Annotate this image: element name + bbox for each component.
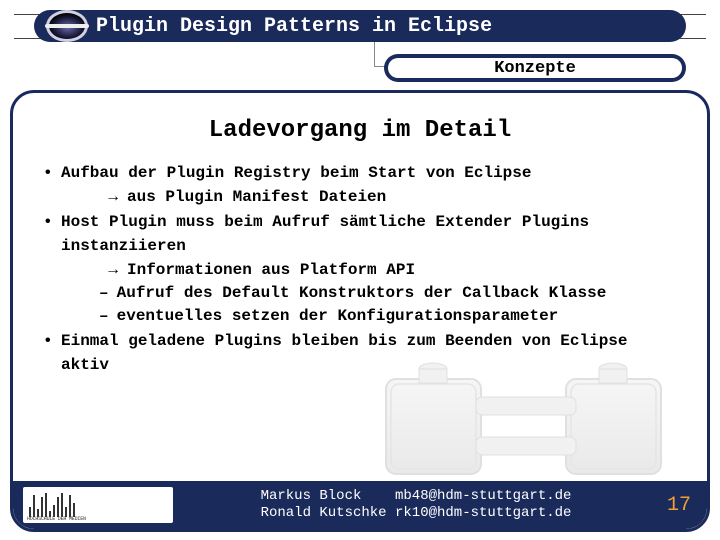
- section-chip-label: Konzepte: [494, 59, 576, 78]
- bullet-sub-dash: eventuelles setzen der Konfigurationspar…: [75, 305, 681, 328]
- slide-title-text: Plugin Design Patterns in Eclipse: [96, 15, 492, 38]
- author-row: Ronald Kutschke rk10@hdm-stuttgart.de: [261, 505, 572, 523]
- page-number: 17: [651, 481, 707, 529]
- bullet-sub-arrow: Informationen aus Platform API: [79, 258, 681, 282]
- institution-caption: HOCHSCHULE DER MEDIEN: [27, 516, 86, 522]
- institution-logo: HOCHSCHULE DER MEDIEN: [23, 487, 173, 523]
- bullet-text: Einmal geladene Plugins bleiben bis zum …: [61, 332, 628, 373]
- bullet-sub-arrow: aus Plugin Manifest Dateien: [79, 185, 681, 209]
- bullet-text: Aufbau der Plugin Registry beim Start vo…: [61, 164, 531, 182]
- content-frame: Ladevorgang im Detail Aufbau der Plugin …: [10, 90, 710, 532]
- bullet-item: Host Plugin muss beim Aufruf sämtliche E…: [39, 211, 681, 328]
- bullet-list: Aufbau der Plugin Registry beim Start vo…: [13, 162, 707, 377]
- footer-authors: Markus Block mb48@hdm-stuttgart.de Ronal…: [181, 481, 651, 529]
- author-row: Markus Block mb48@hdm-stuttgart.de: [261, 488, 572, 506]
- bullet-item: Aufbau der Plugin Registry beim Start vo…: [39, 162, 681, 209]
- institution-logo-bars-icon: [29, 491, 89, 517]
- eclipse-logo-icon: [46, 10, 88, 42]
- title-bar: Plugin Design Patterns in Eclipse: [6, 8, 714, 44]
- bullet-sub-dash: Aufruf des Default Konstruktors der Call…: [75, 282, 681, 305]
- slide-title: Plugin Design Patterns in Eclipse: [34, 10, 686, 42]
- bullet-text: Host Plugin muss beim Aufruf sämtliche E…: [61, 213, 589, 254]
- chip-connector-vertical: [374, 40, 375, 66]
- bullet-item: Einmal geladene Plugins bleiben bis zum …: [39, 330, 681, 376]
- footer-bar: HOCHSCHULE DER MEDIEN Markus Block mb48@…: [13, 481, 707, 529]
- content-heading: Ladevorgang im Detail: [13, 117, 707, 144]
- section-chip: Konzepte: [384, 54, 686, 82]
